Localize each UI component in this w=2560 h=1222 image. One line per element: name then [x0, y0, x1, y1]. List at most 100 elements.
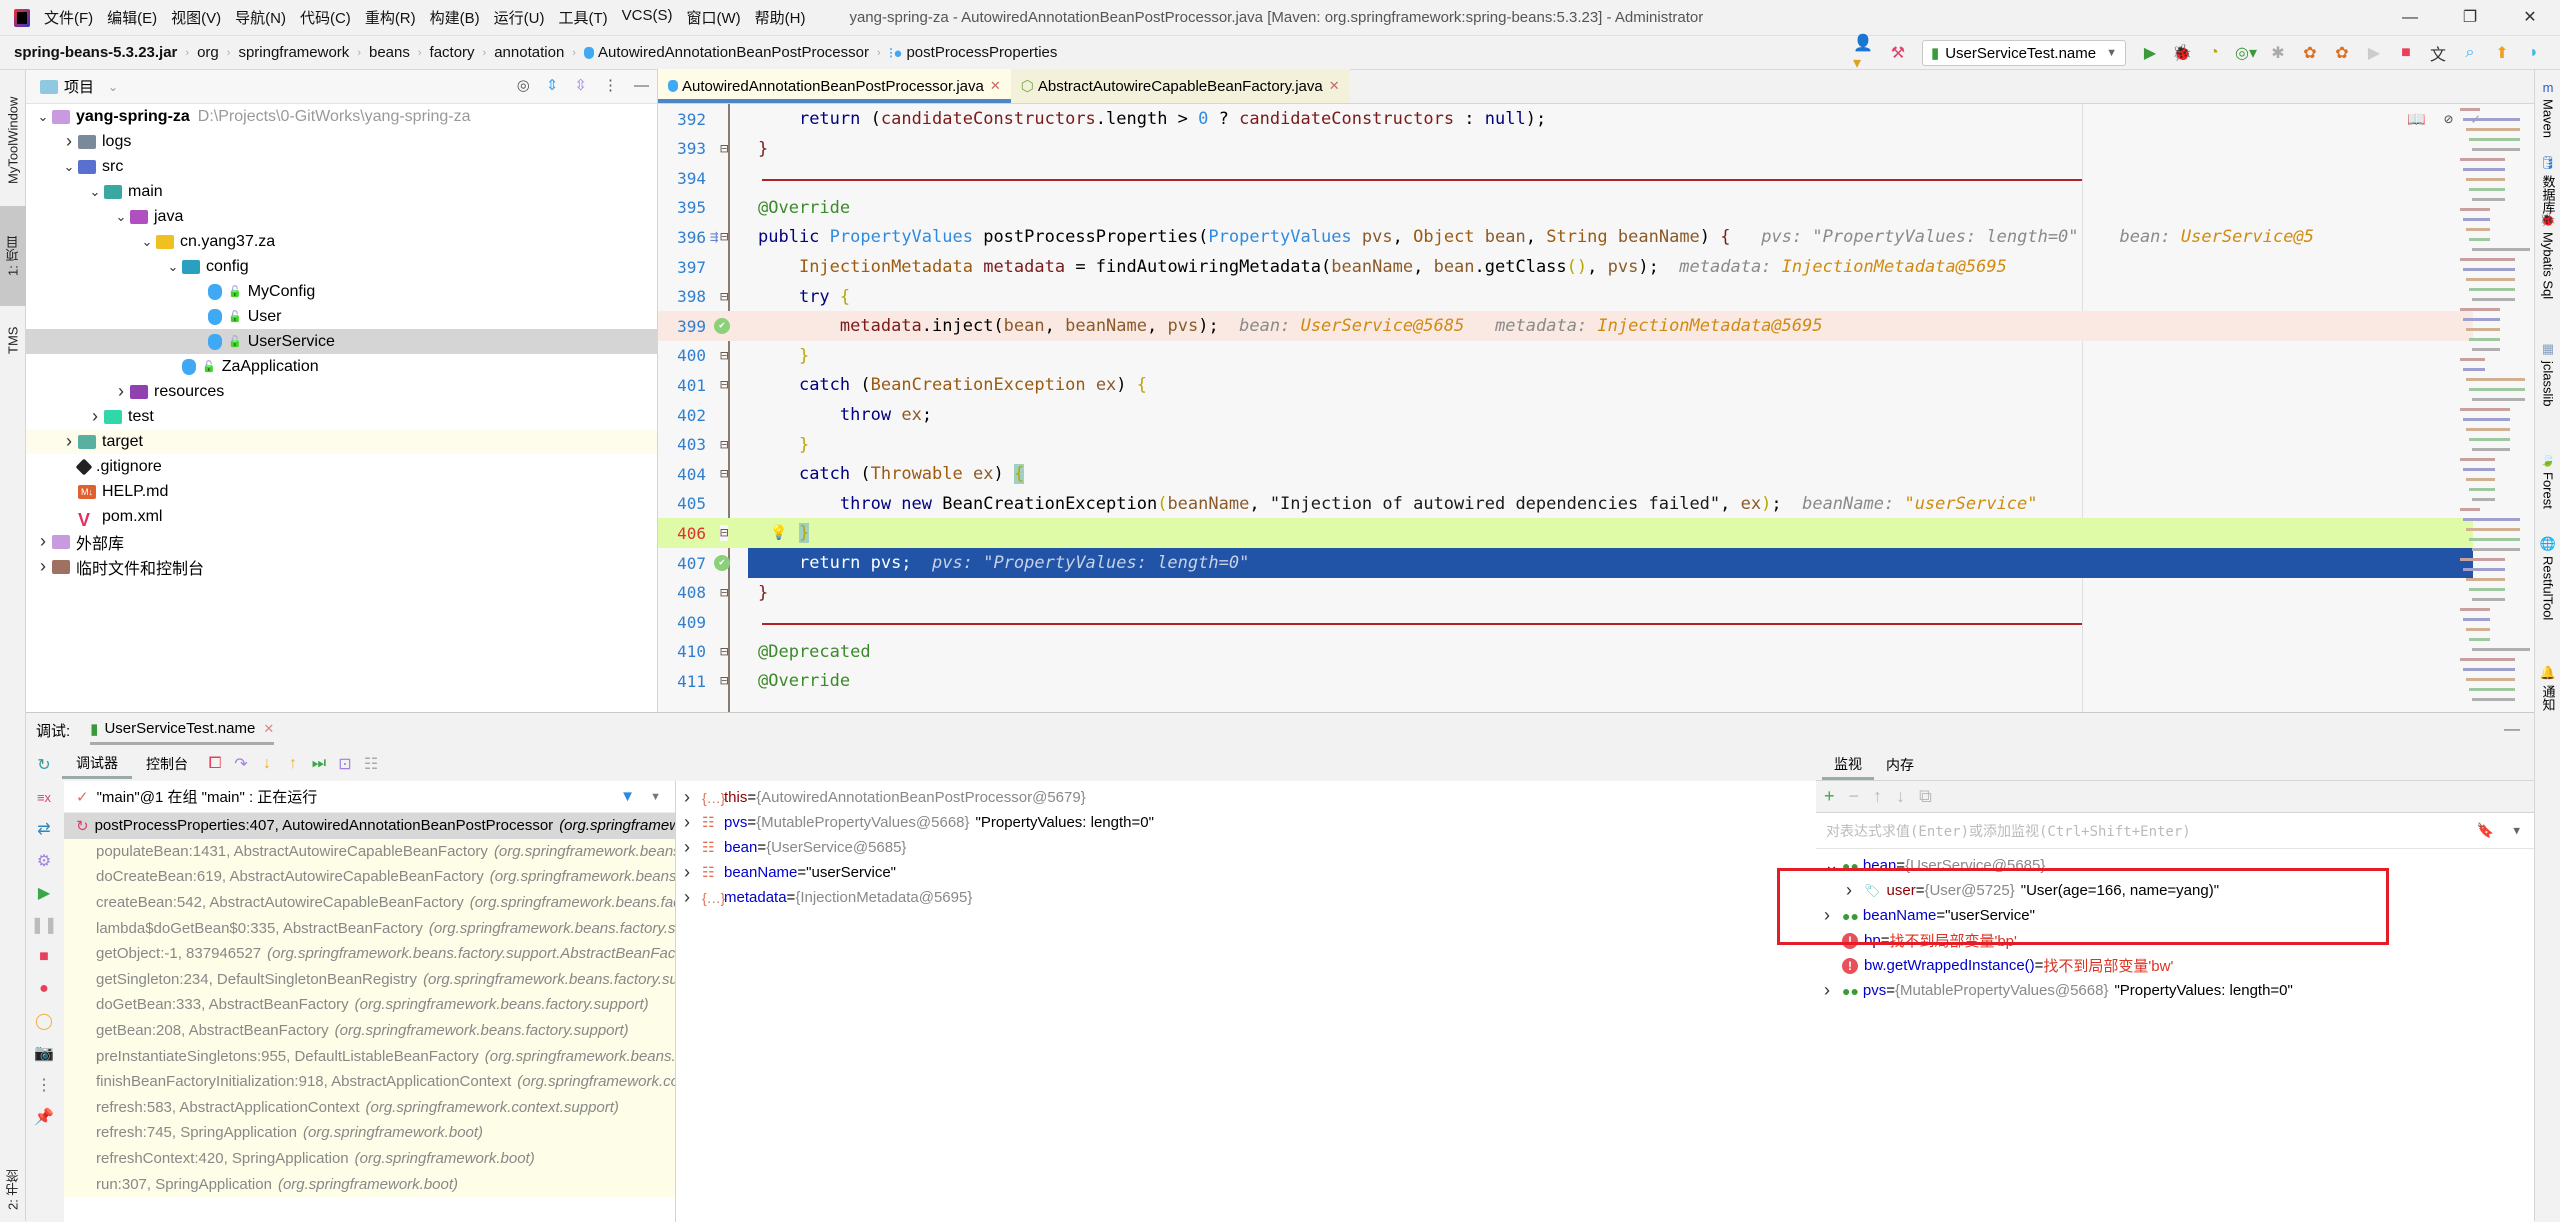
code-line[interactable]: 403 } ⊟: [658, 430, 2473, 460]
right-tool-jclasslib[interactable]: ▦ jclasslib: [2535, 341, 2560, 407]
code-line[interactable]: 393} ⊟: [658, 134, 2473, 164]
watch-row[interactable]: ! bw.getWrappedInstance() = 找不到局部变量'bw': [1816, 953, 2534, 978]
code-line[interactable]: 409: [658, 607, 2473, 637]
menu-item[interactable]: 文件(F): [44, 7, 93, 28]
chevron-right-icon[interactable]: ›: [684, 787, 702, 808]
step-into-icon[interactable]: ↓: [254, 755, 280, 773]
fold-marker-icon[interactable]: ⊟: [720, 229, 729, 246]
tree-item[interactable]: Vpom.xml: [26, 504, 657, 530]
tree-item[interactable]: › 外部库: [26, 529, 657, 554]
restore-layout-icon[interactable]: ⇄: [37, 813, 50, 845]
remove-watch-icon[interactable]: −: [1849, 786, 1860, 807]
thread-dropdown-icon[interactable]: ▼: [650, 791, 661, 803]
run-configuration-select[interactable]: ▮ UserServiceTest.name ▼: [1921, 40, 2126, 66]
tool-window-bookmarks[interactable]: 2: 书签: [0, 1160, 26, 1220]
chevron-right-icon[interactable]: ›: [112, 381, 130, 402]
variable-row[interactable]: › ☷ bean = {UserService@5685}: [676, 835, 1841, 860]
stack-frame[interactable]: getBean:208, AbstractBeanFactory (org.spr…: [64, 1017, 675, 1044]
variable-row[interactable]: › {…} this = {AutowiredAnnotationBeanPostP…: [676, 785, 1841, 810]
variable-row[interactable]: › {…} metadata = {InjectionMetadata@5695}: [676, 885, 1841, 910]
fold-marker-icon[interactable]: ⊟: [720, 436, 729, 453]
tab-console[interactable]: 控制台: [132, 749, 202, 779]
move-up-icon[interactable]: ↑: [1873, 786, 1882, 807]
clear-frames-icon[interactable]: ≡x: [37, 781, 51, 813]
translate-icon[interactable]: 文: [2425, 42, 2451, 64]
menu-item[interactable]: 构建(B): [430, 7, 480, 28]
show-execution-point-icon[interactable]: ⧠: [202, 755, 228, 773]
stack-frame[interactable]: populateBean:1431, AbstractAutowireCapab…: [64, 838, 675, 865]
fold-marker-icon[interactable]: ⊟: [720, 584, 729, 601]
code-minimap[interactable]: [2456, 104, 2530, 712]
right-tool-mybatis-sql[interactable]: 🐞 Mybatis Sql: [2535, 212, 2560, 299]
breadcrumb-item[interactable]: springframework: [238, 44, 349, 61]
hide-icon[interactable]: —: [634, 77, 649, 94]
close-tab-icon[interactable]: ✕: [990, 78, 1001, 94]
stack-frame[interactable]: getSingleton:234, DefaultSingletonBeanRe…: [64, 966, 675, 993]
code-line[interactable]: 402 throw ex;: [658, 400, 2473, 430]
menu-item[interactable]: 工具(T): [558, 7, 607, 28]
tree-item[interactable]: ⌄ yang-spring-za D:\Projects\0-GitWorks\ya…: [26, 104, 657, 129]
chevron-down-icon[interactable]: ⌄: [164, 259, 182, 275]
menu-item[interactable]: 视图(V): [171, 7, 221, 28]
tree-item[interactable]: ⌄ cn.yang37.za: [26, 229, 657, 254]
chevron-right-icon[interactable]: ›: [684, 862, 702, 883]
chevron-down-icon[interactable]: ⌄: [34, 109, 52, 125]
code-line[interactable]: 398 try {⊟: [658, 282, 2473, 312]
right-tool-restfultool[interactable]: 🌐 RestfulTool: [2535, 536, 2560, 620]
stack-frame[interactable]: ↻ postProcessProperties:407, AutowiredAnn…: [64, 813, 675, 839]
code-line[interactable]: 410 @Deprecated ⊟: [658, 637, 2473, 667]
stack-frame[interactable]: doCreateBean:619, AbstractAutowireCapabl…: [64, 864, 675, 890]
reader-mode-icon[interactable]: 📖: [2407, 110, 2426, 128]
chevron-right-icon[interactable]: ›: [60, 131, 78, 152]
tree-item[interactable]: ⌄ java: [26, 204, 657, 229]
breadcrumb-item[interactable]: AutowiredAnnotationBeanPostProcessor: [583, 44, 869, 61]
options-icon[interactable]: ⋮: [603, 76, 618, 94]
chevron-right-icon[interactable]: ›: [1824, 980, 1842, 1001]
trace-icon[interactable]: ☷: [358, 754, 384, 774]
fold-marker-icon[interactable]: ⊟: [720, 288, 729, 305]
jrebel-run-icon[interactable]: ✿: [2297, 42, 2323, 64]
run-to-cursor-icon[interactable]: ⏭: [306, 755, 332, 773]
vcs-user-icon[interactable]: 👤▾: [1853, 35, 1879, 72]
tool-window-tms[interactable]: TMS: [0, 310, 26, 370]
pause-icon[interactable]: ❚❚: [31, 909, 58, 941]
chevron-right-icon[interactable]: ›: [684, 887, 702, 908]
stack-frame[interactable]: run:307, SpringApplication (org.springfra…: [64, 1171, 675, 1197]
tree-item[interactable]: › resources: [26, 379, 657, 404]
breadcrumb-item[interactable]: beans: [369, 44, 410, 61]
tree-item[interactable]: 🔓 ZaApplication: [26, 354, 657, 379]
coverage-icon[interactable]: ◔: [2201, 42, 2227, 64]
code-line[interactable]: 407 return pvs; pvs: "PropertyValues: le…: [677, 548, 2473, 578]
right-tool-数据库[interactable]: 🛢 数据库: [2535, 155, 2560, 214]
breadcrumb-item[interactable]: ⁝● postProcessProperties: [889, 44, 1058, 62]
tab-debugger[interactable]: 调试器: [62, 749, 132, 779]
fold-marker-icon[interactable]: ⊟: [720, 525, 729, 542]
chevron-right-icon[interactable]: ›: [34, 556, 52, 577]
duplicate-watch-icon[interactable]: ⧉: [1919, 786, 1932, 807]
rerun-icon[interactable]: ↻: [37, 749, 50, 781]
history-dropdown-icon[interactable]: ▼: [2513, 824, 2520, 837]
breadcrumb-item[interactable]: annotation: [494, 44, 564, 61]
search-icon[interactable]: ⌕: [2457, 42, 2483, 64]
menu-item[interactable]: 帮助(H): [755, 7, 806, 28]
stop-debug-icon[interactable]: ■: [39, 941, 49, 973]
bookmark-icon[interactable]: 🔖: [2477, 823, 2494, 839]
menu-item[interactable]: 代码(C): [300, 7, 351, 28]
tab-watches[interactable]: 监视: [1822, 750, 1874, 780]
close-window-button[interactable]: ✕: [2500, 0, 2560, 36]
attach-icon[interactable]: ✱: [2265, 42, 2291, 64]
tree-item[interactable]: ⌄ main: [26, 179, 657, 204]
restore-button[interactable]: ❐: [2440, 0, 2500, 36]
code-line[interactable]: 399 metadata.inject(bean, beanName, pvs)…: [658, 311, 2473, 342]
chevron-right-icon[interactable]: ›: [60, 431, 78, 452]
chevron-down-icon[interactable]: ⌄: [108, 80, 118, 94]
tree-item[interactable]: ⌄ config: [26, 254, 657, 279]
hide-hints-icon[interactable]: ⊘: [2444, 110, 2453, 128]
stack-frame[interactable]: createBean:542, AbstractAutowireCapableB…: [64, 889, 675, 916]
move-down-icon[interactable]: ↓: [1896, 786, 1905, 807]
evaluate-expression-input[interactable]: 对表达式求值(Enter)或添加监视(Ctrl+Shift+Enter) 🔖 ▼: [1816, 813, 2534, 849]
camera-snapshot-icon[interactable]: 📷: [34, 1037, 54, 1069]
fold-marker-icon[interactable]: ⊟: [720, 377, 729, 394]
stack-frame[interactable]: lambda$doGetBean$0:335, AbstractBeanFact…: [64, 915, 675, 941]
thread-selector[interactable]: ✓ "main"@1 在组 "main" : 正在运行 ▼ ▼: [64, 781, 675, 813]
